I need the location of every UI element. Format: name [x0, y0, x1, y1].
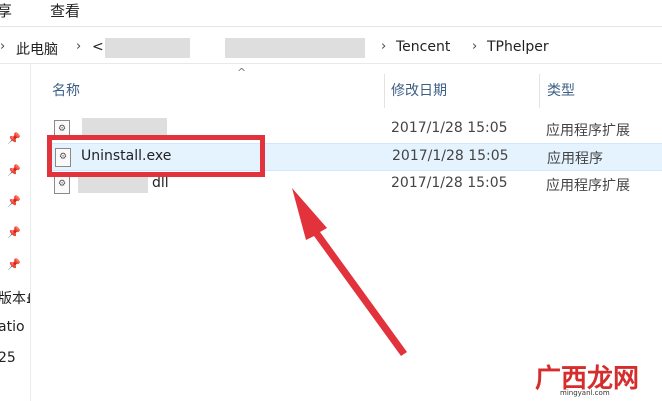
red-arrow-annotation — [292, 188, 407, 356]
arrow-shape — [292, 188, 407, 356]
watermark-url: mingyanl.com — [560, 389, 610, 397]
